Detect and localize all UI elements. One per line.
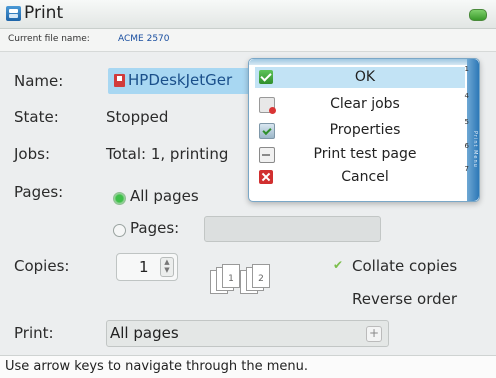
menu-item-label: Clear jobs [330,96,400,112]
stepper-arrows-icon[interactable]: ▲ ▼ [160,257,174,277]
menu-item-label: Print test page [313,146,417,162]
print-dialog: Print Current file name: ACME 2570 Name:… [0,0,496,378]
custom-pages-radio[interactable] [113,224,126,237]
jobs-value: Total: 1, printing [106,145,229,163]
all-pages-radio[interactable] [113,192,126,205]
title-bar: Print [0,0,496,29]
copies-stepper[interactable]: 1 ▲ ▼ [116,253,178,281]
menu-item-clear-jobs[interactable]: Clear jobs 4 [255,92,469,115]
menu-item-shortcut: 5 [464,118,469,126]
custom-pages-label: Pages: [130,219,180,237]
status-bar: Use arrow keys to navigate through the m… [0,355,496,378]
collate-check-icon[interactable]: ✔ [333,258,343,272]
menu-sidebar-text: Print Menu [472,131,478,168]
file-name-label: Current file name: [8,34,90,44]
reverse-order-label: Reverse order [352,290,458,308]
file-name-value: ACME 2570 [118,34,170,44]
printer-name-value: HPDeskJetGer [128,71,233,89]
menu-sidebar: Print Menu [467,59,479,201]
dropdown-plus-icon[interactable]: + [366,326,382,342]
print-action-menu: Print Menu OK 1 Clear jobs 4 Properties … [248,58,480,202]
menu-item-ok[interactable]: OK 1 [255,65,469,88]
clear-jobs-icon [259,97,276,114]
pages-range-input[interactable] [204,216,381,242]
copies-label: Copies: [14,257,70,275]
ok-icon [259,70,273,84]
printer-name-field[interactable]: HPDeskJetGer [108,68,256,94]
menu-item-print-test-page[interactable]: Print test page 6 [255,142,469,165]
menu-item-shortcut: 7 [464,165,469,173]
jobs-label: Jobs: [14,145,50,163]
name-label: Name: [14,72,64,90]
status-text: Use arrow keys to navigate through the m… [5,359,309,374]
properties-icon [259,123,275,139]
copies-value: 1 [139,258,149,276]
cancel-icon [259,170,273,184]
menu-top-bar [249,59,479,65]
window-title: Print [24,3,64,23]
menu-item-shortcut: 1 [464,65,469,73]
print-test-page-icon [259,147,275,163]
state-label: State: [14,108,59,126]
menu-item-label: OK [354,69,376,85]
all-pages-label: All pages [130,187,199,205]
print-range-value: All pages [110,324,179,342]
file-bar: Current file name: ACME 2570 [0,29,496,52]
menu-item-cancel[interactable]: Cancel 7 [255,165,469,188]
print-label: Print: [14,324,54,342]
pages-label: Pages: [14,183,64,201]
collate-pages-icon: 1 1 2 2 [208,264,270,296]
print-app-icon [6,6,21,21]
state-value: Stopped [106,108,169,126]
menu-item-label: Properties [329,122,401,138]
battery-icon [469,9,487,21]
menu-item-label: Cancel [341,169,389,185]
printer-icon [114,74,125,87]
menu-item-properties[interactable]: Properties 5 [255,118,469,141]
collate-copies-label: Collate copies [352,257,458,275]
print-range-select[interactable]: All pages + [106,320,389,347]
menu-item-shortcut: 6 [464,142,469,150]
menu-item-shortcut: 4 [464,92,469,100]
